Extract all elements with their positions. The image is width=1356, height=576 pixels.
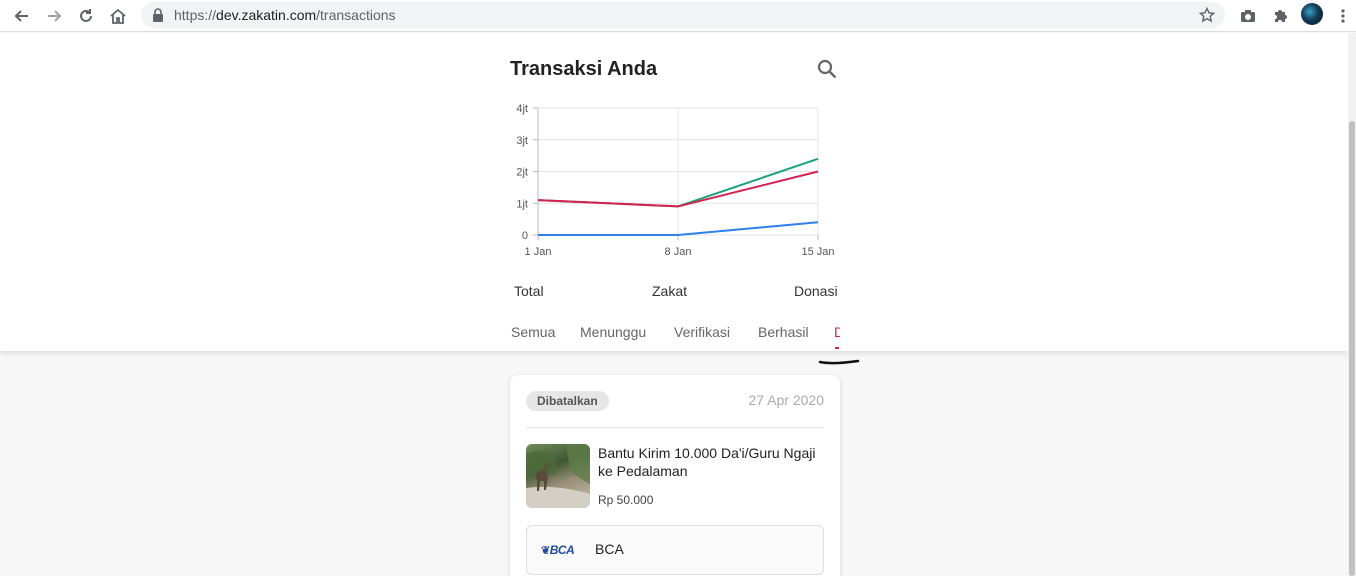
status-badge: Dibatalkan: [526, 391, 609, 411]
lock-icon: [153, 8, 163, 22]
browser-menu-button[interactable]: [1331, 4, 1355, 28]
page-content: Transaksi Anda 0 1jt 2jt 3jt 4jt 1 Jan 8 Jan 15…: [0, 33, 1356, 576]
browser-toolbar: https://dev.zakatin.com/transactions: [0, 0, 1356, 32]
summary-zakat-label[interactable]: Zakat: [652, 283, 687, 299]
card-divider: [526, 427, 824, 428]
transaction-card[interactable]: Dibatalkan 27 Apr 2020 Bantu Kirim 10.00…: [510, 375, 840, 576]
deer-photo-icon: [526, 444, 590, 508]
page-scrollbar[interactable]: [1348, 33, 1356, 576]
star-icon[interactable]: [1199, 7, 1215, 23]
bca-logo-text: BCA: [549, 543, 575, 557]
url-scheme: https://: [174, 7, 217, 23]
x-tick-label: 1 Jan: [525, 246, 552, 258]
transactions-line-chart: 0 1jt 2jt 3jt 4jt 1 Jan 8 Jan 15 Jan: [516, 103, 834, 258]
tab-menunggu[interactable]: Menunggu: [580, 324, 646, 340]
camera-icon: [1241, 10, 1255, 22]
puzzle-icon: [1275, 10, 1287, 22]
scrollbar-thumb[interactable]: [1349, 121, 1355, 576]
arrow-left-icon: [14, 10, 28, 22]
payment-method: ❦BCA BCA: [526, 525, 824, 575]
search-icon: [817, 59, 837, 79]
transaction-amount: Rp 50.000: [598, 493, 654, 507]
forward-button[interactable]: [42, 4, 66, 28]
bca-logo-mark-icon: ❦: [541, 545, 550, 557]
y-tick-label: 4jt: [516, 103, 528, 115]
x-tick-label: 8 Jan: [665, 246, 692, 258]
bank-name: BCA: [595, 541, 624, 557]
search-button[interactable]: [816, 58, 838, 80]
bca-logo: ❦BCA: [541, 543, 575, 557]
home-button[interactable]: [106, 4, 130, 28]
y-tick-label: 1jt: [516, 198, 528, 210]
home-icon: [110, 8, 126, 24]
summary-donasi-label[interactable]: Donasi: [794, 283, 838, 299]
address-bar[interactable]: https://dev.zakatin.com/transactions: [141, 2, 1225, 28]
reload-icon: [80, 9, 92, 22]
arrow-right-icon: [48, 10, 62, 22]
y-tick-label: 2jt: [516, 167, 528, 179]
url-host: dev.zakatin.com: [216, 7, 317, 23]
back-button[interactable]: [10, 4, 34, 28]
campaign-thumbnail: [526, 444, 590, 508]
url-path: /transactions: [316, 7, 396, 23]
annotation-scribble: [818, 359, 860, 365]
transactions-header: Transaksi Anda 0 1jt 2jt 3jt 4jt 1 Jan 8 Jan 15…: [0, 33, 1348, 351]
profile-avatar[interactable]: [1301, 3, 1323, 25]
transaction-date: 27 Apr 2020: [748, 392, 824, 408]
tab-berhasil[interactable]: Berhasil: [758, 324, 809, 340]
more-vert-icon: [1341, 9, 1345, 23]
summary-total-label[interactable]: Total: [514, 283, 544, 299]
campaign-title[interactable]: Bantu Kirim 10.000 Da'i/Guru Ngaji ke Pe…: [598, 444, 818, 480]
page-title: Transaksi Anda: [510, 58, 658, 80]
reload-button[interactable]: [74, 4, 98, 28]
tab-semua[interactable]: Semua: [511, 324, 555, 340]
y-tick-label: 0: [522, 230, 528, 242]
tab-dibatalkan[interactable]: D: [834, 324, 840, 340]
y-tick-label: 3jt: [516, 135, 528, 147]
screenshot-extension-button[interactable]: [1236, 4, 1260, 28]
url-text: https://dev.zakatin.com/transactions: [174, 7, 396, 23]
x-tick-label: 15 Jan: [801, 246, 834, 258]
tab-verifikasi[interactable]: Verifikasi: [674, 324, 730, 340]
active-tab-indicator: [835, 347, 839, 349]
extensions-button[interactable]: [1268, 4, 1292, 28]
